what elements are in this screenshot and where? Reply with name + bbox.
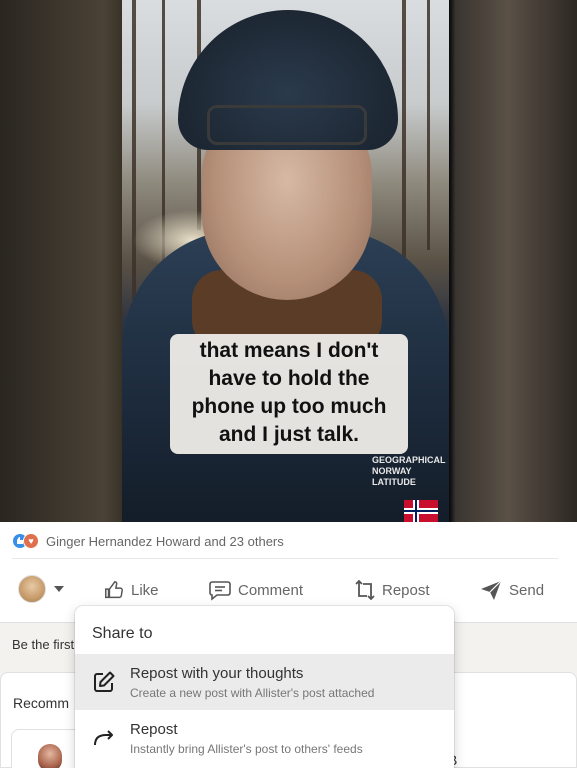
share-item-label: Repost xyxy=(130,721,178,738)
recommended-title: Recomm xyxy=(13,695,70,711)
reaction-icons: ♥ xyxy=(12,533,42,549)
brand-line-3: LATITUDE xyxy=(372,477,416,487)
brand-line-1: GEOGRAPHICAL xyxy=(372,455,446,465)
video-player[interactable]: GEOGRAPHICAL NORWAY LATITUDE that means … xyxy=(0,0,577,522)
caption-line: that means I don't xyxy=(199,339,379,362)
reactions-summary[interactable]: ♥ Ginger Hernandez Howard and 23 others xyxy=(12,532,284,550)
video-caption: that means I don't have to hold the phon… xyxy=(170,334,408,454)
send-button[interactable]: Send xyxy=(479,576,544,604)
repost-item[interactable]: Repost Instantly bring Allister's post t… xyxy=(75,710,454,766)
caption-line: and I just talk. xyxy=(218,423,360,446)
person-glasses xyxy=(207,105,367,145)
caret-down-icon xyxy=(54,586,64,592)
norway-flag xyxy=(404,500,438,522)
caption-line: phone up too much xyxy=(191,395,387,418)
send-label: Send xyxy=(509,581,545,599)
repost-label: Repost xyxy=(382,581,430,599)
repost-icon xyxy=(355,579,375,601)
reactions-text[interactable]: Ginger Hernandez Howard and 23 others xyxy=(46,534,284,549)
divider xyxy=(12,558,558,559)
share-item-label: Repost with your thoughts xyxy=(130,665,304,682)
pencil-square-icon xyxy=(94,671,115,692)
avatar xyxy=(38,744,62,768)
thumbs-up-icon xyxy=(105,581,123,599)
share-menu-title: Share to xyxy=(92,625,153,642)
post-actions: Like Comment Repost Send xyxy=(0,570,577,610)
share-item-description: Instantly bring Allister's post to other… xyxy=(130,742,363,756)
repost-button[interactable]: Repost xyxy=(354,576,430,604)
avatar xyxy=(18,575,46,603)
actor-switcher[interactable] xyxy=(18,575,64,603)
comment-prompt: Be the first xyxy=(12,637,75,652)
comment-icon xyxy=(209,581,231,601)
caption-line: have to hold the xyxy=(208,367,370,390)
comment-label: Comment xyxy=(238,581,304,599)
brand-line-2: NORWAY xyxy=(372,466,412,476)
like-label: Like xyxy=(131,581,159,599)
love-reaction-icon: ♥ xyxy=(23,533,39,549)
like-button[interactable]: Like xyxy=(103,576,159,604)
forward-arrow-icon xyxy=(94,730,113,746)
repost-with-thoughts-item[interactable]: Repost with your thoughts Create a new p… xyxy=(75,654,454,710)
share-item-description: Create a new post with Allister's post a… xyxy=(130,686,375,700)
comment-button[interactable]: Comment xyxy=(208,576,303,604)
share-dropdown-menu: Share to Repost with your thoughts Creat… xyxy=(75,606,454,768)
send-icon xyxy=(481,580,502,600)
